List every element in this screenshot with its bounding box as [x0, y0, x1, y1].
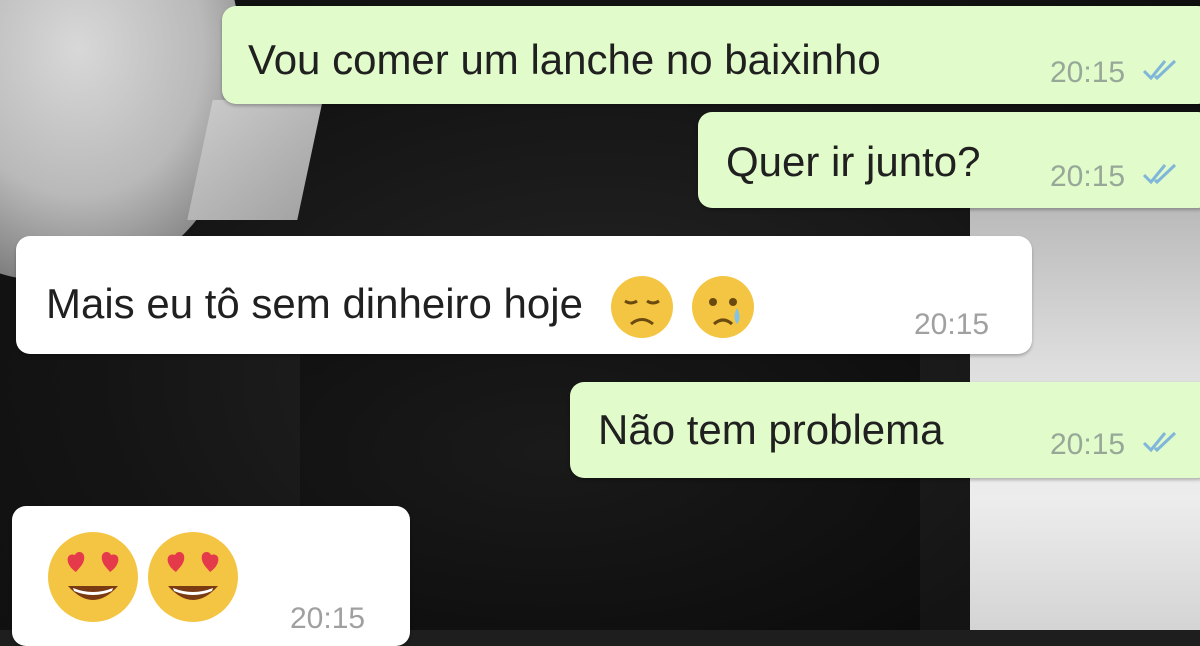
double-check-read-icon: [1141, 57, 1181, 91]
message-meta: 20:15: [1050, 56, 1181, 91]
message-bubble-outgoing[interactable]: Não tem problema 20:15: [570, 382, 1200, 478]
message-timestamp: 20:15: [290, 602, 366, 635]
message-text: Vou comer um lanche no baixinho: [248, 36, 881, 83]
message-bubble-incoming[interactable]: Mais eu tô sem dinheiro hoje 20:15: [16, 236, 1032, 354]
message-timestamp: 20:15: [1050, 428, 1126, 461]
crying-face-emoji-icon: [690, 274, 756, 340]
pensive-face-emoji-icon: [609, 274, 675, 340]
message-timestamp: 20:15: [1050, 56, 1126, 89]
message-meta: 20:15: [1050, 428, 1181, 463]
message-bubble-incoming[interactable]: 20:15: [12, 506, 410, 646]
heart-eyes-face-emoji-icon: [146, 530, 240, 624]
message-text-content: Mais eu tô sem dinheiro hoje: [46, 280, 583, 328]
message-timestamp: 20:15: [1050, 160, 1126, 193]
message-text: Quer ir junto?: [726, 138, 981, 185]
message-timestamp: 20:15: [914, 308, 990, 341]
message-bubble-outgoing[interactable]: Quer ir junto? 20:15: [698, 112, 1200, 208]
message-text: Não tem problema: [598, 406, 944, 453]
message-bubble-outgoing[interactable]: Vou comer um lanche no baixinho 20:15: [222, 6, 1200, 104]
message-text: Mais eu tô sem dinheiro hoje: [46, 274, 756, 340]
double-check-read-icon: [1141, 161, 1181, 195]
heart-eyes-face-emoji-icon: [46, 530, 140, 624]
message-meta: 20:15: [1050, 160, 1181, 195]
double-check-read-icon: [1141, 429, 1181, 463]
